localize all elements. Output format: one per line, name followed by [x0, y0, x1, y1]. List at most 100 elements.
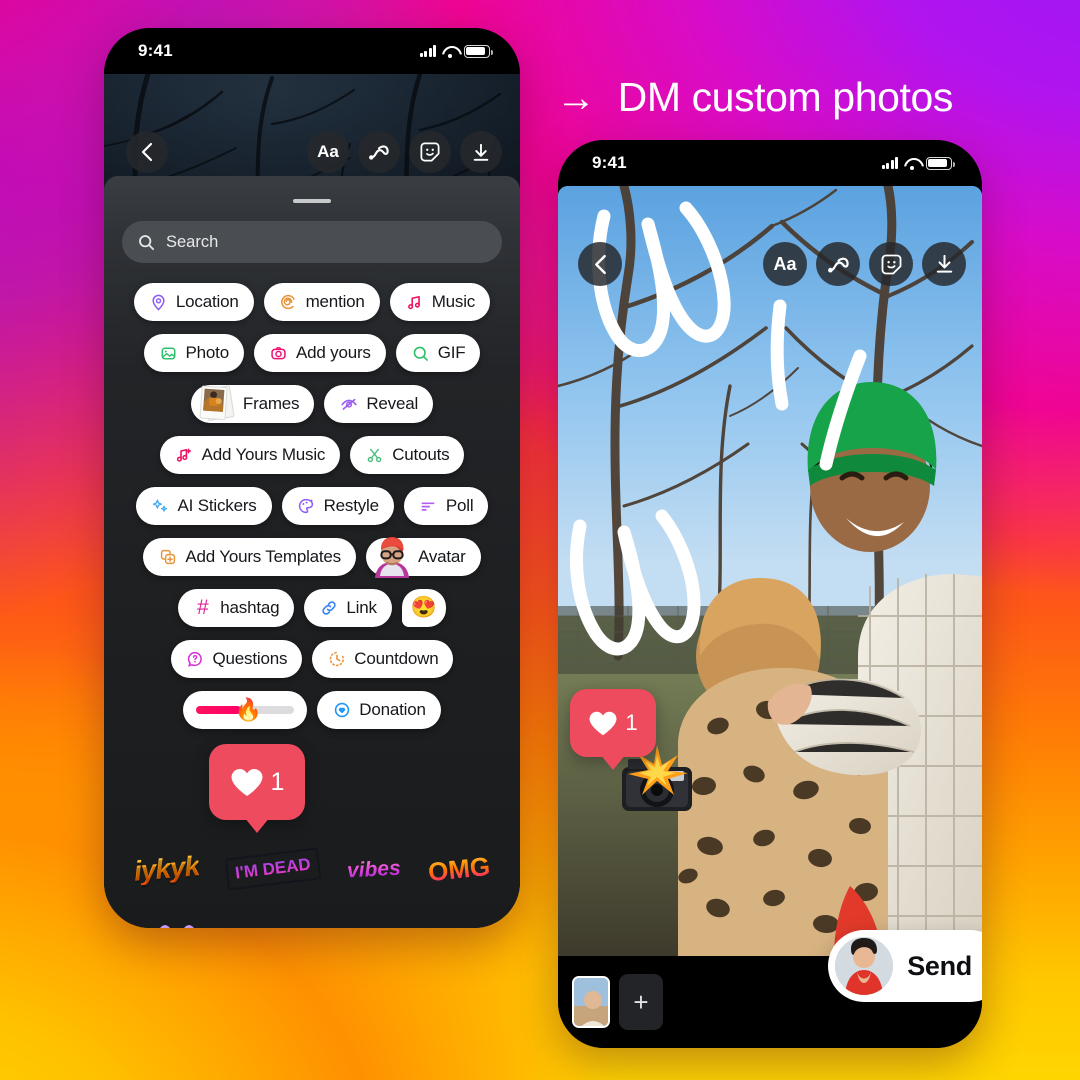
sticker-pill-hashtag[interactable]: # hashtag — [178, 589, 295, 627]
sticker-pill-restyle[interactable]: Restyle — [281, 487, 394, 525]
pill-label: Reveal — [366, 394, 419, 413]
sticker-pill-add-yours[interactable]: Add yours — [253, 334, 386, 372]
pill-label: Music — [431, 292, 476, 311]
eye-slash-icon — [339, 395, 358, 414]
pill-row: Frames Reveal — [118, 385, 506, 423]
sticker-bunny[interactable] — [146, 922, 208, 928]
pill-label: Poll — [445, 496, 474, 515]
photo-thumbnail[interactable] — [572, 976, 610, 1028]
sticker-pill-location[interactable]: Location — [133, 283, 254, 321]
sticker-pill-mention[interactable]: mention — [263, 283, 380, 321]
status-indicators — [419, 44, 493, 58]
text-aa-icon: Aa — [317, 142, 339, 161]
sticker-iykyk[interactable]: iykyk — [132, 850, 200, 887]
right-toolbar-tools[interactable]: Aa — [763, 242, 966, 286]
recipient-avatar — [835, 937, 894, 995]
right-story-photo: 1 — [558, 186, 982, 956]
photo-frame-icon — [159, 344, 178, 363]
search-icon — [139, 234, 155, 250]
donation-heart-icon — [332, 701, 351, 720]
status-time: 9:41 — [592, 153, 627, 172]
squiggle-draw-icon — [369, 145, 389, 160]
cellular-bars-icon — [881, 157, 898, 169]
countdown-timer-icon — [327, 650, 346, 669]
layers-plus-icon — [158, 548, 177, 567]
pill-label: Donation — [359, 700, 426, 719]
sticker-pill-ai-stickers[interactable]: AI Stickers — [135, 487, 272, 525]
sticker-pill-music[interactable]: Music — [389, 283, 491, 321]
sticker-tool[interactable] — [869, 242, 913, 286]
sticker-pill-rows: Location mention Music Photo Add yours G… — [104, 263, 520, 729]
link-chain-icon — [319, 599, 338, 618]
sticker-pill-questions[interactable]: Questions — [170, 640, 303, 678]
pill-label: Photo — [185, 343, 230, 362]
back-button[interactable] — [126, 131, 168, 173]
heart-count: 1 — [625, 710, 638, 735]
pill-row: 🔥 Donation — [118, 691, 506, 729]
palette-sparkle-icon — [297, 497, 316, 516]
sticker-pill-cutouts[interactable]: Cutouts — [350, 436, 465, 474]
sticker-pill-poll[interactable]: Poll — [403, 487, 489, 525]
sticker-pill-countdown[interactable]: Countdown — [312, 640, 454, 678]
cellular-bars-icon — [419, 45, 436, 57]
back-button[interactable] — [578, 242, 622, 286]
pill-label: Questions — [212, 649, 288, 668]
drag-handle[interactable] — [293, 199, 331, 203]
hashtag-icon: # — [197, 596, 209, 619]
sticker-pill-frames[interactable]: Frames — [190, 385, 315, 423]
send-button[interactable]: Send — [828, 930, 982, 1002]
download-button[interactable] — [460, 131, 502, 173]
sticker-im-dead[interactable]: I'M DEAD — [224, 847, 321, 890]
pill-label: Location — [175, 292, 239, 311]
sticker-pill-donation[interactable]: Donation — [317, 691, 441, 729]
heart-icon — [589, 711, 617, 735]
pill-row: AI Stickers Restyle Poll — [118, 487, 506, 525]
sticker-pill-photo[interactable]: Photo — [143, 334, 244, 372]
pill-label: Add yours — [295, 343, 371, 362]
text-tool[interactable]: Aa — [763, 242, 807, 286]
sticker-tool[interactable] — [409, 131, 451, 173]
sticker-pill-add-yours-music[interactable]: Add Yours Music — [159, 436, 341, 474]
squiggle-draw-icon — [827, 257, 849, 273]
sticker-pill-reveal[interactable]: Reveal — [324, 385, 434, 423]
right-phone-screen: 1 Aa + Send 9:41 — [558, 140, 982, 1048]
send-label: Send — [907, 950, 972, 981]
magnifier-gif-icon — [411, 344, 430, 363]
pill-label: Add Yours Music — [201, 445, 326, 464]
camera-circle-icon — [269, 344, 288, 363]
sticker-vibes[interactable]: vibes — [347, 856, 402, 882]
emoji-slider-track[interactable]: 🔥 — [196, 699, 295, 721]
battery-icon — [926, 156, 955, 170]
polaroid-photo-icon — [194, 381, 240, 427]
sticker-pill-add-yours-templates[interactable]: Add Yours Templates — [143, 538, 356, 576]
ai-sparkle-icon — [151, 497, 170, 516]
download-button[interactable] — [922, 242, 966, 286]
text-tool[interactable]: Aa — [307, 131, 349, 173]
pill-row: Add Yours Music Cutouts — [118, 436, 506, 474]
sticker-pill-emoji-slider[interactable]: 🔥 — [183, 691, 308, 729]
emoji-slider-thumb[interactable]: 🔥 — [234, 699, 261, 721]
photo-heart-reaction-badge[interactable]: 1 — [570, 689, 656, 757]
add-photo-button[interactable]: + — [619, 974, 663, 1030]
left-toolbar-back[interactable] — [126, 131, 168, 173]
pill-label: Countdown — [354, 649, 439, 668]
draw-tool[interactable] — [816, 242, 860, 286]
search-input[interactable]: Search — [122, 221, 502, 263]
sticker-pill-emoji[interactable]: 😍 — [401, 589, 446, 627]
sticker-gallery-row: iykyk I'M DEAD vibes OMG — [104, 826, 520, 912]
pill-label: Frames — [242, 394, 300, 413]
sticker-pill-gif[interactable]: GIF — [395, 334, 481, 372]
sticker-pill-link[interactable]: Link — [304, 589, 392, 627]
pill-label: Restyle — [323, 496, 379, 515]
pill-label: GIF — [437, 343, 466, 362]
right-phone-mockup: 1 Aa + Send 9:41 — [558, 140, 982, 1048]
heart-reaction-badge[interactable]: 1 — [209, 744, 305, 820]
pill-row: Photo Add yours GIF — [118, 334, 506, 372]
draw-tool[interactable] — [358, 131, 400, 173]
sticker-pill-avatar[interactable]: Avatar — [365, 537, 481, 578]
sticker-omg[interactable]: OMG — [427, 851, 492, 887]
right-toolbar-back[interactable] — [578, 242, 622, 286]
left-toolbar-tools[interactable]: Aa — [307, 131, 502, 173]
pill-label: Avatar — [417, 547, 466, 566]
pill-label: mention — [305, 292, 365, 311]
